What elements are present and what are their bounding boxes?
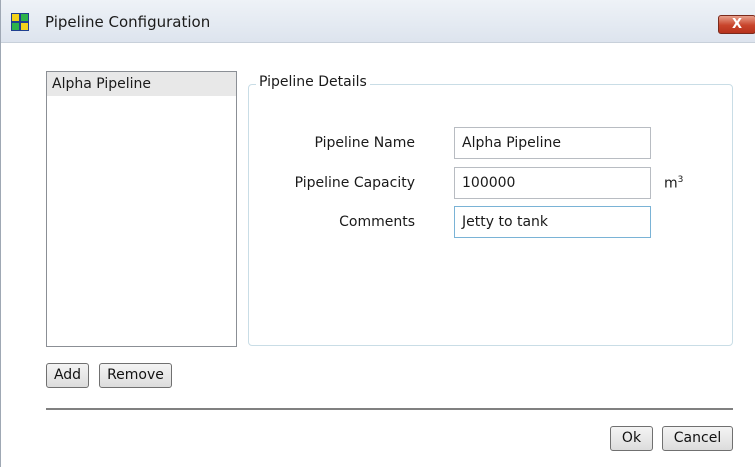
pipeline-capacity-label: Pipeline Capacity — [294, 175, 415, 191]
close-icon: X — [731, 17, 743, 32]
list-item[interactable]: Alpha Pipeline — [47, 72, 236, 96]
title-bar[interactable]: Pipeline Configuration X — [1, 0, 755, 43]
grid-window-icon — [11, 13, 29, 31]
cancel-button[interactable]: Cancel — [662, 426, 733, 451]
window-title: Pipeline Configuration — [45, 13, 211, 31]
pipeline-details-title: Pipeline Details — [256, 74, 370, 90]
ok-button[interactable]: Ok — [610, 426, 653, 451]
pipeline-list[interactable]: Alpha Pipeline — [46, 71, 237, 347]
capacity-unit: m3 — [664, 175, 684, 192]
add-button[interactable]: Add — [46, 363, 89, 388]
footer-divider — [46, 408, 733, 410]
pipeline-name-input[interactable]: Alpha Pipeline — [454, 127, 651, 159]
comments-label: Comments — [339, 214, 415, 230]
pipeline-name-label: Pipeline Name — [314, 135, 415, 151]
pipeline-configuration-window: Pipeline Configuration X Alpha Pipeline … — [0, 0, 755, 467]
comments-input[interactable]: Jetty to tank — [454, 206, 651, 238]
remove-button[interactable]: Remove — [99, 363, 172, 388]
close-button[interactable]: X — [718, 15, 755, 34]
pipeline-capacity-input[interactable]: 100000 — [454, 167, 651, 199]
